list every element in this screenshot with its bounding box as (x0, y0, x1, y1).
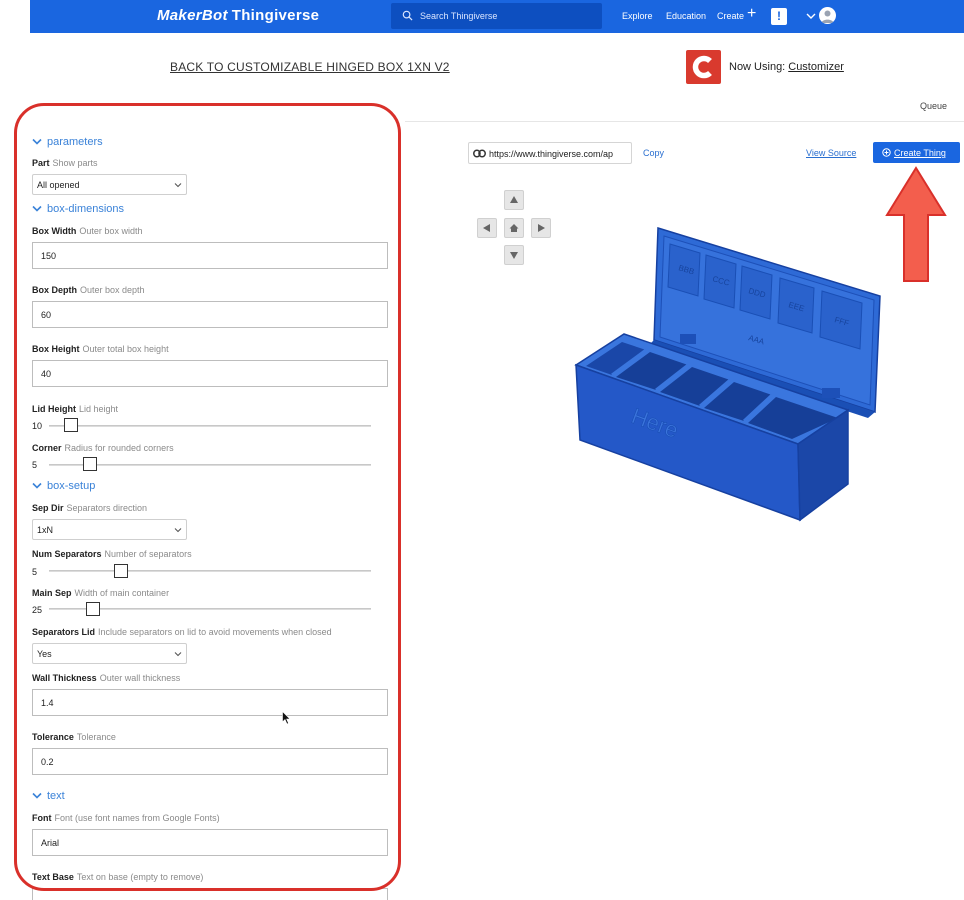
header-divider (405, 121, 964, 122)
avatar-user-icon (821, 10, 834, 23)
now-using-text: Now Using: Customizer (729, 61, 844, 73)
customizer-c-icon (692, 55, 712, 79)
share-url-text: https://www.thingiverse.com/ap (489, 149, 614, 159)
annotation-arrow-icon (885, 166, 947, 282)
user-avatar[interactable] (819, 7, 836, 24)
create-thing-label: Create Thing (894, 148, 946, 158)
pan-down-button[interactable] (504, 245, 524, 265)
view-source-link[interactable]: View Source (806, 148, 856, 158)
link-icon (473, 149, 486, 158)
arrow-right-icon (538, 224, 545, 232)
now-using-label: Now Using: (729, 61, 786, 73)
top-navigation-bar: MakerBot Thingiverse Search Thingiverse E… (30, 0, 964, 33)
nav-create-link[interactable]: Create (717, 11, 744, 21)
chevron-down-icon[interactable] (805, 10, 817, 22)
search-input[interactable]: Search Thingiverse (391, 3, 602, 29)
customizer-app-link[interactable]: Customizer (788, 61, 844, 73)
mouse-pointer-icon (282, 711, 291, 725)
queue-link[interactable]: Queue (920, 101, 947, 111)
annotation-outline (14, 103, 401, 891)
back-to-thing-link[interactable]: BACK TO CUSTOMIZABLE HINGED BOX 1XN V2 (170, 60, 450, 74)
reset-view-button[interactable] (504, 218, 524, 238)
pan-left-button[interactable] (477, 218, 497, 238)
home-icon (509, 224, 519, 232)
nav-explore-link[interactable]: Explore (622, 11, 653, 21)
customizer-app-logo (686, 50, 721, 84)
create-thing-button[interactable]: Create Thing (873, 142, 960, 163)
share-url-field[interactable]: https://www.thingiverse.com/ap (468, 142, 632, 164)
pan-right-button[interactable] (531, 218, 551, 238)
arrow-up-icon (510, 196, 518, 203)
plus-icon[interactable]: + (747, 6, 756, 22)
box-3d-preview[interactable]: BBB CCC DDD EEE FFF AAA Here (570, 222, 888, 526)
plus-circle-icon (882, 148, 891, 157)
arrow-down-icon (510, 252, 518, 259)
nav-education-link[interactable]: Education (666, 11, 706, 21)
pan-up-button[interactable] (504, 190, 524, 210)
customizer-page: MakerBot Thingiverse Search Thingiverse E… (0, 0, 964, 900)
notification-icon[interactable]: ! (771, 8, 787, 25)
logo-makerbot-text: MakerBot (157, 7, 228, 24)
logo-thingiverse-text: Thingiverse (231, 7, 320, 24)
search-icon (402, 10, 413, 21)
arrow-left-icon (483, 224, 490, 232)
thingiverse-logo[interactable]: MakerBot Thingiverse (157, 7, 319, 24)
copy-url-button[interactable]: Copy (643, 148, 664, 158)
search-placeholder: Search Thingiverse (420, 11, 498, 21)
